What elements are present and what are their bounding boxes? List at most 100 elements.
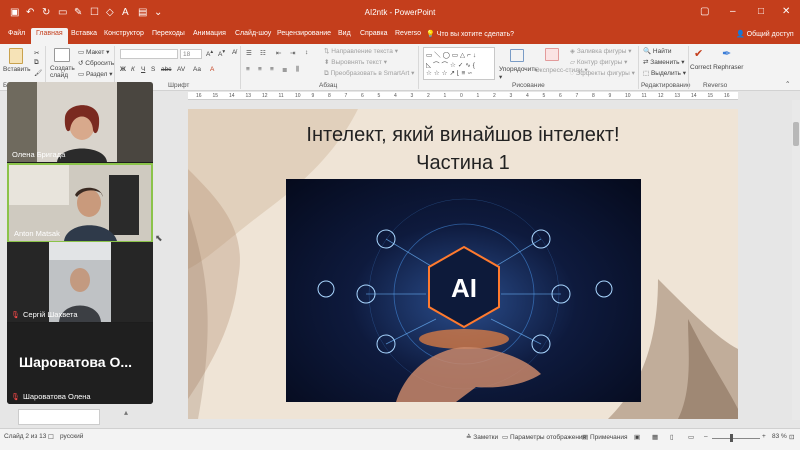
participant-tile[interactable]: Олена Бригада: [7, 82, 153, 162]
fit-to-window-icon[interactable]: ⊡: [789, 433, 794, 441]
align-text-label: Выровнять текст: [331, 59, 382, 66]
vertical-scrollbar[interactable]: [792, 100, 800, 420]
numbering-icon[interactable]: ☷: [260, 49, 266, 57]
normal-view-icon[interactable]: ▣: [634, 433, 640, 441]
align-center-icon[interactable]: ≡: [258, 66, 262, 73]
select-button[interactable]: ⬚ Выделить ▾: [643, 69, 686, 77]
correct-rephraser-button[interactable]: Correct Rephraser: [690, 64, 743, 71]
ruler-number: 2: [493, 93, 496, 99]
font-color-icon[interactable]: A: [210, 66, 214, 73]
align-left-icon[interactable]: ≡: [246, 66, 250, 73]
scrollbar-thumb[interactable]: [793, 122, 799, 146]
italic-icon[interactable]: К: [131, 66, 135, 73]
ribbon-display-icon[interactable]: ▢: [700, 6, 709, 17]
shapes-gallery[interactable]: ▭＼◯▭△⌐↓ ◺⌒⌒☆✓∿{ ☆☆☆↗⌊≡∽: [423, 47, 495, 80]
slide-sorter-icon[interactable]: ▦: [652, 433, 658, 441]
tab-design[interactable]: Конструктор: [104, 30, 144, 37]
comments-button[interactable]: ▤ Примечания: [582, 433, 627, 441]
case-icon[interactable]: Aa: [193, 66, 201, 73]
slide-canvas[interactable]: Інтелект, який винайшов інтелект! Частин…: [188, 109, 738, 419]
bullets-icon[interactable]: ☰: [246, 49, 252, 57]
display-settings-button[interactable]: ▭ Параметры отображения: [502, 433, 586, 441]
horizontal-ruler: 16 15 14 13 12 11 10 9 8 7 6 5 4 3 2 1 0 1 2 3 4 5 6 7 8 9 10 11 12 1…: [188, 92, 738, 100]
tab-help[interactable]: Справка: [360, 30, 387, 37]
clear-format-icon[interactable]: A̸: [232, 49, 236, 56]
align-text-button[interactable]: ⬍ Выровнять текст ▾: [324, 58, 387, 66]
zoom-in-icon[interactable]: +: [762, 433, 766, 440]
tab-home[interactable]: Главная: [31, 28, 68, 44]
spacing-icon[interactable]: AV: [177, 66, 185, 73]
tab-insert[interactable]: Вставка: [71, 30, 97, 37]
arrange-button[interactable]: Упорядочить ▾: [499, 66, 538, 81]
text-direction-button[interactable]: ⇅ Направление текста ▾: [324, 47, 398, 55]
replace-button[interactable]: ⇄ Заменить ▾: [643, 58, 685, 66]
tab-view[interactable]: Вид: [338, 30, 351, 37]
tab-file[interactable]: Файл: [8, 30, 25, 37]
language-indicator[interactable]: русский: [60, 433, 83, 440]
tab-animations[interactable]: Анимация: [193, 30, 226, 37]
zoom-slider-thumb[interactable]: [730, 434, 733, 442]
strikethrough-icon[interactable]: abc: [161, 66, 171, 73]
spellcheck-icon[interactable]: ☐: [48, 433, 54, 441]
align-right-icon[interactable]: ≡: [270, 66, 274, 73]
shape-effects-button[interactable]: ◌ Эффекты фигуры ▾: [570, 69, 635, 77]
shape-outline-button[interactable]: ▱ Контур фигуры ▾: [570, 58, 627, 66]
section-button[interactable]: ▭ Раздел ▾: [78, 70, 113, 78]
ruler-number: 8: [328, 93, 331, 99]
ruler-number: 4: [394, 93, 397, 99]
increase-font-icon[interactable]: A▴: [206, 49, 213, 58]
close-icon[interactable]: ✕: [782, 6, 790, 17]
font-name-input[interactable]: [120, 49, 178, 59]
indent-decrease-icon[interactable]: ⇤: [276, 49, 281, 57]
ruler-number: 9: [311, 93, 315, 99]
reading-view-icon[interactable]: ▯: [670, 433, 674, 441]
columns-icon[interactable]: ⫼: [296, 66, 299, 74]
minimize-icon[interactable]: –: [730, 6, 736, 17]
slide-title-line-2[interactable]: Частина 1: [188, 152, 738, 175]
zoom-level[interactable]: 83 %: [772, 433, 787, 440]
font-size-input[interactable]: 18: [180, 49, 202, 59]
shape-fill-button[interactable]: ◈ Заливка фигуры ▾: [570, 47, 632, 55]
shadow-icon[interactable]: S: [151, 66, 155, 73]
paragraph-group-label: Абзац: [319, 82, 338, 89]
copy-icon[interactable]: ⧉: [34, 59, 39, 67]
ai-hand-image[interactable]: AI: [286, 179, 641, 402]
arrange-icon: [510, 49, 524, 62]
tab-review[interactable]: Рецензирование: [277, 30, 331, 37]
tell-me-search[interactable]: 💡 Что вы хотите сделать?: [426, 30, 514, 38]
zoom-slider[interactable]: [712, 438, 760, 439]
format-painter-icon[interactable]: 🖌: [34, 69, 42, 77]
scroll-up-icon[interactable]: ▴: [124, 408, 128, 417]
tab-transitions[interactable]: Переходы: [152, 30, 185, 37]
layout-button[interactable]: ▭ Макет ▾: [78, 48, 109, 56]
ruler-number: 10: [295, 93, 301, 99]
indent-increase-icon[interactable]: ⇥: [290, 49, 295, 57]
underline-icon[interactable]: Ч: [141, 66, 145, 73]
slide-thumbnail-preview[interactable]: [18, 409, 100, 425]
smartart-button[interactable]: ⧉ Преобразовать в SmartArt ▾: [324, 69, 414, 78]
maximize-icon[interactable]: □: [758, 6, 764, 17]
paste-button[interactable]: Вставить: [3, 66, 31, 73]
collapse-ribbon-icon[interactable]: ⌃: [785, 80, 790, 88]
participant-tile[interactable]: Шароватова О... 🎙 Шароватова Олена: [7, 323, 153, 404]
participant-tile-active[interactable]: Anton Matsak: [7, 163, 153, 243]
justify-icon[interactable]: ≣: [282, 66, 287, 74]
share-button[interactable]: 👤 Общий доступ: [736, 30, 794, 38]
cut-icon[interactable]: ✂: [34, 49, 39, 57]
decrease-font-icon[interactable]: A▾: [218, 49, 225, 58]
find-button[interactable]: 🔍 Найти: [643, 47, 671, 55]
slide-title-line-1[interactable]: Інтелект, який винайшов інтелект!: [188, 124, 738, 147]
notes-button[interactable]: ≙ Заметки: [466, 433, 498, 441]
participant-tile[interactable]: 🎙 Сергій Шахвета: [7, 242, 153, 322]
new-slide-button[interactable]: Создать слайд: [50, 65, 76, 79]
ruler-number: 3: [509, 93, 513, 99]
ruler-number: 16: [724, 93, 730, 99]
bold-icon[interactable]: Ж: [120, 66, 126, 73]
window-title: AI2ntk - PowerPoint: [364, 8, 436, 17]
slideshow-view-icon[interactable]: ▭: [688, 433, 694, 441]
reset-button[interactable]: ↺ Сбросить: [78, 59, 114, 67]
line-spacing-icon[interactable]: ↕: [305, 49, 308, 56]
tab-reverso[interactable]: Reverso: [395, 30, 421, 37]
zoom-out-icon[interactable]: –: [704, 433, 708, 440]
tab-slideshow[interactable]: Слайд-шоу: [235, 30, 271, 37]
